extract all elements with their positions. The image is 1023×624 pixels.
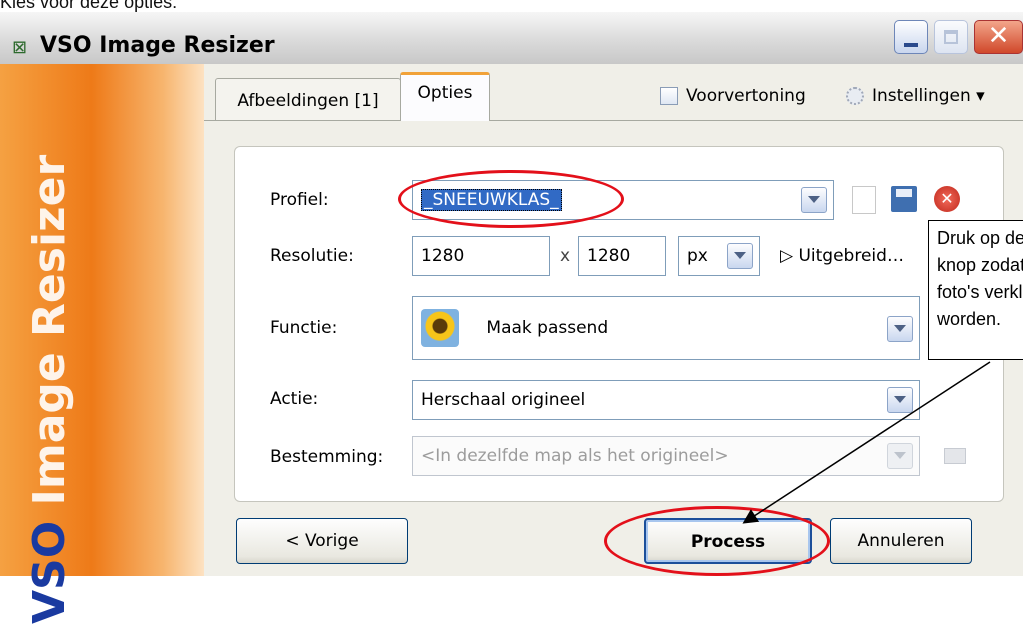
annotation-arrow <box>742 361 991 524</box>
tab-opties[interactable]: Opties <box>400 72 490 121</box>
